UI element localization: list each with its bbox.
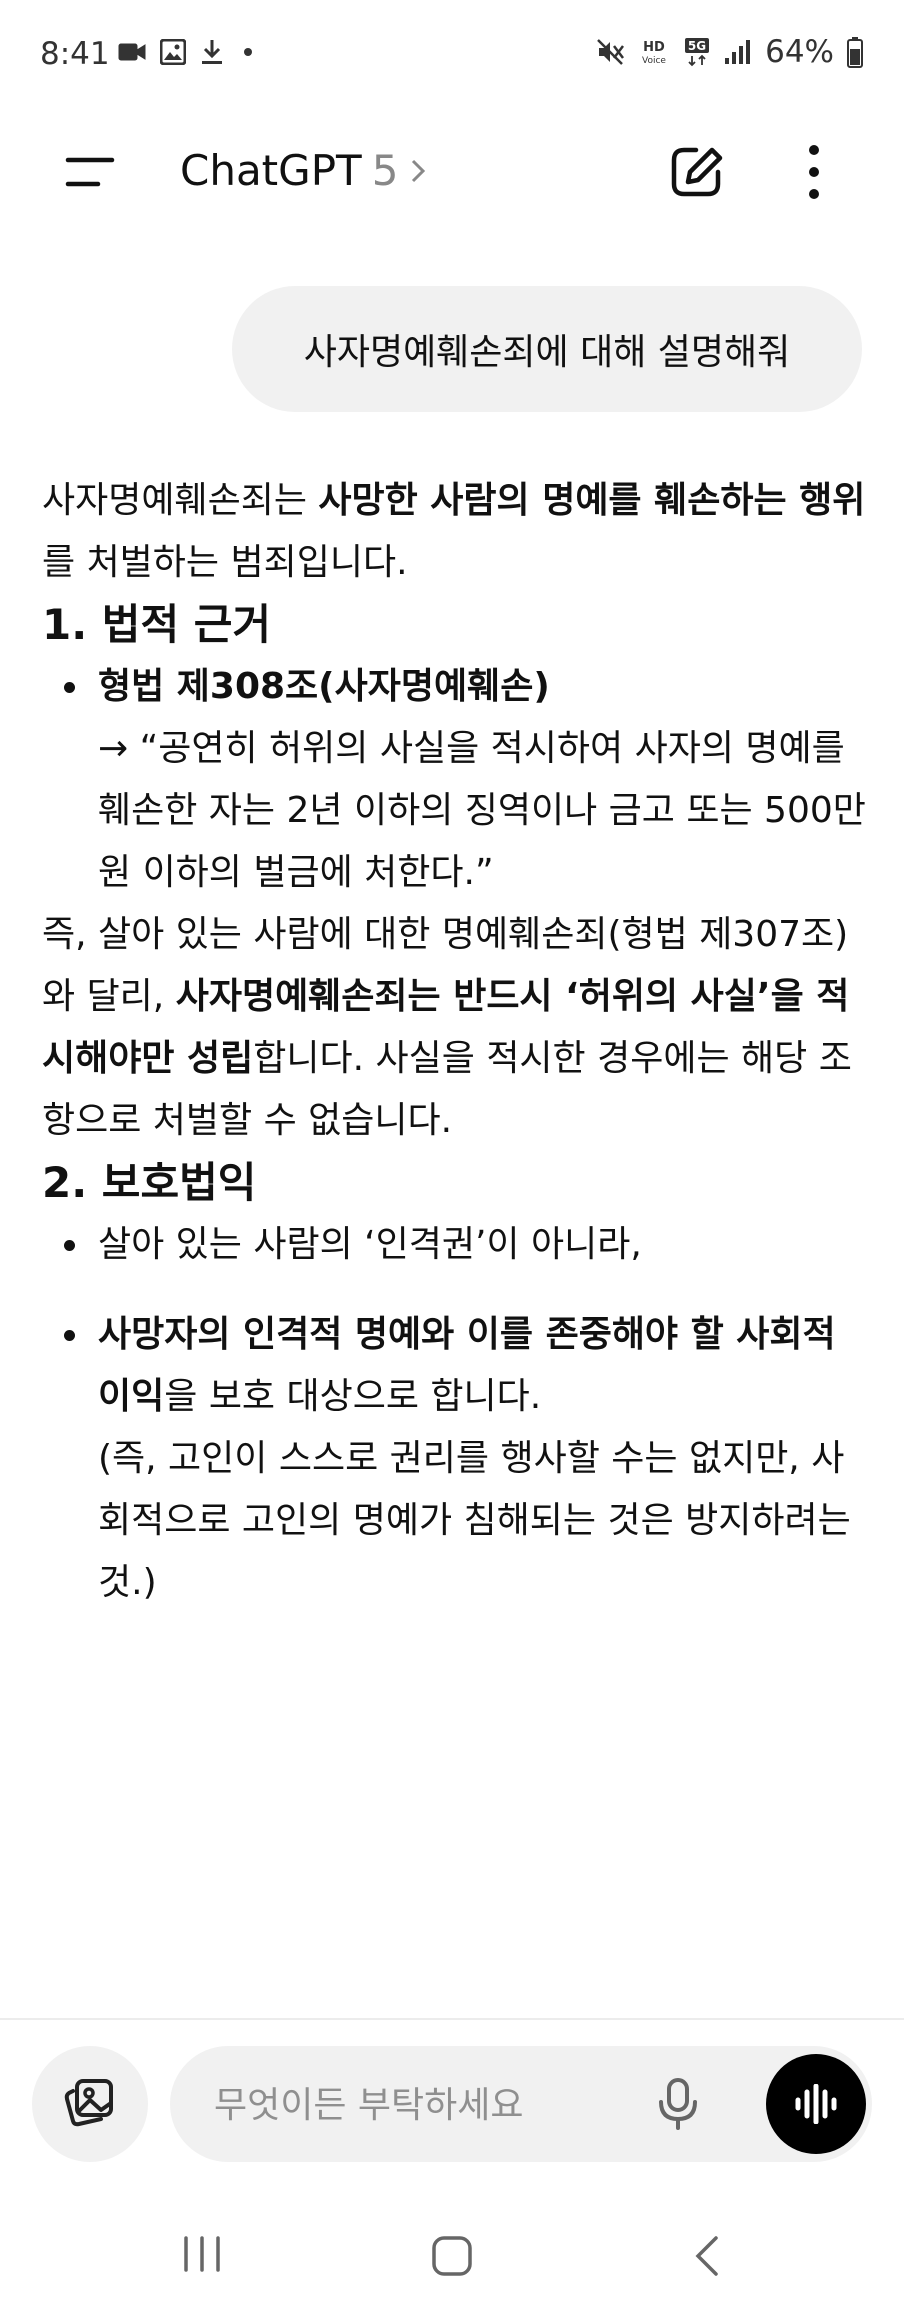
section-heading-legal-basis: 1. 법적 근거	[42, 600, 271, 649]
hd-label: HD	[643, 40, 665, 55]
signal-icon	[725, 40, 751, 64]
system-navigation-bar	[0, 2190, 904, 2316]
message-input-container	[170, 2046, 872, 2164]
protected-interest-list: 살아 있는 사람의 ‘인격권’이 아니라, 사망자의 인격적 명예와 이를 존중…	[42, 1214, 872, 1614]
video-call-icon	[118, 43, 146, 61]
new-chat-button[interactable]	[666, 142, 726, 202]
voice-label: Voice	[642, 56, 666, 66]
home-icon	[432, 2236, 472, 2276]
app-header: ChatGPT 5	[0, 112, 904, 230]
composer-bar	[0, 2020, 904, 2190]
app-title: ChatGPT	[180, 146, 362, 195]
status-system-icons: HD Voice 5G 64%	[595, 34, 864, 70]
list-item: 살아 있는 사람의 ‘인격권’이 아니라,	[42, 1214, 872, 1276]
chevron-right-icon	[412, 159, 426, 182]
intro-paragraph: 사자명예훼손죄는 사망한 사람의 명예를 훼손하는 행위를 처벌하는 범죄입니다…	[42, 480, 866, 583]
status-bar: 8:41 HD Voice 5G 64%	[0, 0, 904, 112]
assistant-message: 사자명예훼손죄는 사망한 사람의 명예를 훼손하는 행위를 처벌하는 범죄입니다…	[42, 470, 872, 1614]
more-options-button[interactable]	[796, 140, 832, 204]
section-heading-protected-interest: 2. 보호법익	[42, 1158, 257, 1207]
status-time: 8:41	[40, 36, 110, 72]
model-selector[interactable]: ChatGPT 5	[180, 146, 428, 195]
back-icon	[695, 2236, 718, 2276]
attach-button[interactable]	[32, 2046, 148, 2162]
legal-basis-list: 형법 제308조(사자명예훼손) → “공연히 허위의 사실을 적시하여 사자의…	[42, 656, 872, 904]
download-icon	[202, 40, 222, 64]
user-message-bubble: 사자명예훼손죄에 대해 설명해줘	[232, 286, 862, 412]
menu-icon	[65, 157, 115, 187]
mute-icon	[597, 39, 625, 65]
dot-icon	[244, 48, 252, 56]
5g-label: 5G	[688, 39, 706, 53]
5g-icon: 5G	[685, 38, 710, 67]
mic-icon	[659, 2078, 697, 2130]
battery-icon	[847, 37, 863, 68]
edit-icon	[671, 147, 723, 197]
message-input[interactable]	[212, 2046, 656, 2164]
list-item: 형법 제308조(사자명예훼손) → “공연히 허위의 사실을 적시하여 사자의…	[42, 656, 872, 904]
status-notification-icons	[118, 38, 258, 66]
battery-percent: 64%	[765, 34, 834, 70]
law-article-quote: → “공연히 허위의 사실을 적시하여 사자의 명예를 훼손한 자는 2년 이하…	[98, 728, 866, 893]
recents-icon	[184, 2236, 220, 2272]
user-message-text: 사자명예훼손죄에 대해 설명해줘	[303, 332, 791, 373]
more-vertical-icon	[809, 145, 819, 199]
back-button[interactable]	[690, 2234, 724, 2282]
law-article-title: 형법 제308조(사자명예훼손)	[98, 666, 550, 707]
images-icon	[64, 2079, 113, 2127]
model-version: 5	[371, 146, 399, 195]
gallery-icon	[160, 39, 186, 65]
voice-waveform-icon	[795, 2084, 837, 2124]
hd-voice-icon: HD Voice	[642, 40, 666, 66]
explanation-paragraph: 즉, 살아 있는 사람에 대한 명예훼손죄(형법 제307조)와 달리, 사자명…	[42, 914, 852, 1141]
menu-button[interactable]	[64, 152, 116, 192]
recents-button[interactable]	[180, 2234, 224, 2278]
dictation-button[interactable]	[650, 2076, 706, 2132]
home-button[interactable]	[430, 2234, 474, 2282]
voice-mode-button[interactable]	[766, 2054, 866, 2154]
list-item: 사망자의 인격적 명예와 이를 존중해야 할 사회적 이익을 보호 대상으로 합…	[42, 1304, 872, 1614]
